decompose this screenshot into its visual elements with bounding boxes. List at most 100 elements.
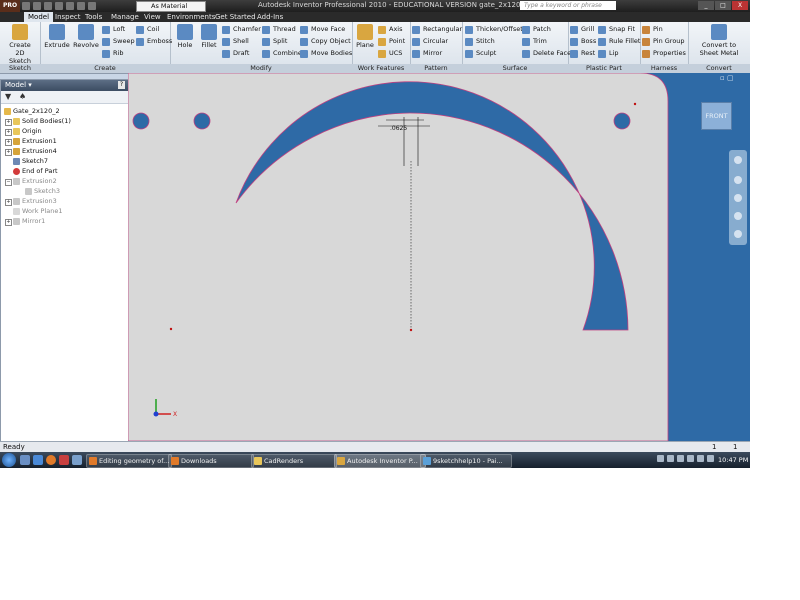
sketch-point[interactable]	[169, 327, 173, 331]
tree-item-sketch3[interactable]: Sketch3	[25, 187, 60, 196]
expand-icon[interactable]: +	[5, 199, 12, 206]
grill-button[interactable]: Grill	[570, 24, 594, 35]
expand-icon[interactable]: +	[5, 219, 12, 226]
snap-fit-button[interactable]: Snap Fit	[598, 24, 635, 35]
hole-right[interactable]	[613, 112, 631, 130]
expand-icon[interactable]: −	[5, 179, 12, 186]
taskbar-item-inventor[interactable]: Autodesk Inventor P...	[334, 454, 426, 468]
firefox-icon[interactable]	[46, 455, 56, 465]
tray-app-icon[interactable]	[697, 455, 704, 462]
hole-left-1[interactable]	[132, 112, 150, 130]
tree-item-extrusion1[interactable]: Extrusion1	[13, 137, 57, 146]
expand-icon[interactable]: +	[5, 119, 12, 126]
rest-button[interactable]: Rest	[570, 48, 595, 59]
filter-icon[interactable]: ▼	[5, 93, 11, 101]
revolve-button[interactable]: Revolve	[72, 24, 100, 49]
tree-item-origin[interactable]: Origin	[13, 127, 42, 136]
create-2d-sketch-button[interactable]: Create 2D Sketch	[4, 24, 36, 65]
find-icon[interactable]: ♠	[19, 93, 26, 101]
maximize-button[interactable]: □	[715, 1, 731, 10]
show-desktop-icon[interactable]	[20, 455, 30, 465]
look-at-icon[interactable]	[734, 230, 742, 238]
tree-item-end-of-part[interactable]: End of Part	[13, 167, 58, 176]
application-menu-button[interactable]: PRO	[0, 0, 20, 12]
loft-button[interactable]: Loft	[102, 24, 125, 35]
new-icon[interactable]	[22, 2, 30, 10]
point-button[interactable]: Point	[378, 36, 405, 47]
move-bodies-button[interactable]: Move Bodies	[300, 48, 352, 59]
material-dropdown[interactable]: As Material	[136, 1, 206, 12]
tree-item-sketch7[interactable]: Sketch7	[13, 157, 48, 166]
tray-app-icon[interactable]	[707, 455, 714, 462]
pin-group-button[interactable]: Pin Group	[642, 36, 685, 47]
shell-button[interactable]: Shell	[222, 36, 249, 47]
taskbar-item-cadrenders[interactable]: CadRenders	[251, 454, 337, 468]
thread-button[interactable]: Thread	[262, 24, 296, 35]
emboss-button[interactable]: Emboss	[136, 36, 172, 47]
update-icon[interactable]	[88, 2, 96, 10]
orbit-icon[interactable]	[734, 212, 742, 220]
mirror-button[interactable]: Mirror	[412, 48, 442, 59]
draft-button[interactable]: Draft	[222, 48, 249, 59]
expand-icon[interactable]: +	[5, 139, 12, 146]
extrude-button[interactable]: Extrude	[44, 24, 70, 49]
switch-windows-icon[interactable]	[72, 455, 82, 465]
trim-button[interactable]: Trim	[522, 36, 547, 47]
redo-icon[interactable]	[66, 2, 74, 10]
tab-inspect[interactable]: Inspect	[51, 12, 85, 22]
taskbar-item-paint[interactable]: 9sketchhelp10 - Pai...	[420, 454, 512, 468]
hole-button[interactable]: Hole	[174, 24, 196, 49]
split-button[interactable]: Split	[262, 36, 287, 47]
boss-button[interactable]: Boss	[570, 36, 596, 47]
stitch-button[interactable]: Stitch	[465, 36, 495, 47]
tab-add-ins[interactable]: Add-Ins	[253, 12, 287, 22]
taskbar-clock[interactable]: 10:47 PM	[718, 454, 748, 466]
coil-button[interactable]: Coil	[136, 24, 159, 35]
move-face-button[interactable]: Move Face	[300, 24, 345, 35]
graphics-window[interactable]: .0625 X ▫ ▢ FRONT	[128, 73, 750, 441]
sketch-point[interactable]	[409, 328, 413, 332]
close-button[interactable]: X	[732, 1, 748, 10]
start-button[interactable]	[2, 453, 16, 467]
sweep-button[interactable]: Sweep	[102, 36, 135, 47]
patch-button[interactable]: Patch	[522, 24, 551, 35]
zoom-icon[interactable]	[734, 194, 742, 202]
tray-volume-icon[interactable]	[677, 455, 684, 462]
tray-network-icon[interactable]	[667, 455, 674, 462]
pan-icon[interactable]	[734, 176, 742, 184]
tree-item-solid-bodies[interactable]: Solid Bodies(1)	[13, 117, 71, 126]
tab-tools[interactable]: Tools	[81, 12, 106, 22]
chamfer-button[interactable]: Chamfer	[222, 24, 261, 35]
tree-item-extrusion2[interactable]: Extrusion2	[13, 177, 57, 186]
open-icon[interactable]	[33, 2, 41, 10]
internet-explorer-icon[interactable]	[33, 455, 43, 465]
rib-button[interactable]: Rib	[102, 48, 123, 59]
ucs-button[interactable]: UCS	[378, 48, 402, 59]
plane-button[interactable]: Plane	[354, 24, 376, 49]
tree-item-work-plane1[interactable]: Work Plane1	[13, 207, 63, 216]
convert-to-sheet-metal-button[interactable]: Convert to Sheet Metal	[690, 24, 748, 57]
sculpt-button[interactable]: Sculpt	[465, 48, 496, 59]
lip-button[interactable]: Lip	[598, 48, 619, 59]
hole-left-2[interactable]	[193, 112, 211, 130]
tray-security-icon[interactable]	[687, 455, 694, 462]
tree-item-mirror1[interactable]: Mirror1	[13, 217, 45, 226]
tray-arrow-icon[interactable]	[657, 455, 664, 462]
tab-view[interactable]: View	[140, 12, 165, 22]
thicken-offset-button[interactable]: Thicken/Offset	[465, 24, 523, 35]
expand-icon[interactable]: +	[5, 149, 12, 156]
taskbar-item-editing-geometry[interactable]: Editing geometry of...	[86, 454, 172, 468]
taskbar-item-downloads[interactable]: Downloads	[168, 454, 254, 468]
expand-icon[interactable]: +	[5, 129, 12, 136]
model-canvas[interactable]: .0625 X	[128, 73, 750, 441]
save-icon[interactable]	[44, 2, 52, 10]
select-icon[interactable]	[77, 2, 85, 10]
tree-item-part[interactable]: Gate_2x120_2	[4, 107, 60, 116]
rectangular-pattern-button[interactable]: Rectangular	[412, 24, 462, 35]
rule-fillet-button[interactable]: Rule Fillet	[598, 36, 640, 47]
quick-launch-icon[interactable]	[59, 455, 69, 465]
browser-help-button[interactable]: ?	[118, 81, 125, 89]
viewcube[interactable]: FRONT	[701, 102, 732, 130]
tree-item-extrusion4[interactable]: Extrusion4	[13, 147, 57, 156]
delete-face-button[interactable]: Delete Face	[522, 48, 571, 59]
